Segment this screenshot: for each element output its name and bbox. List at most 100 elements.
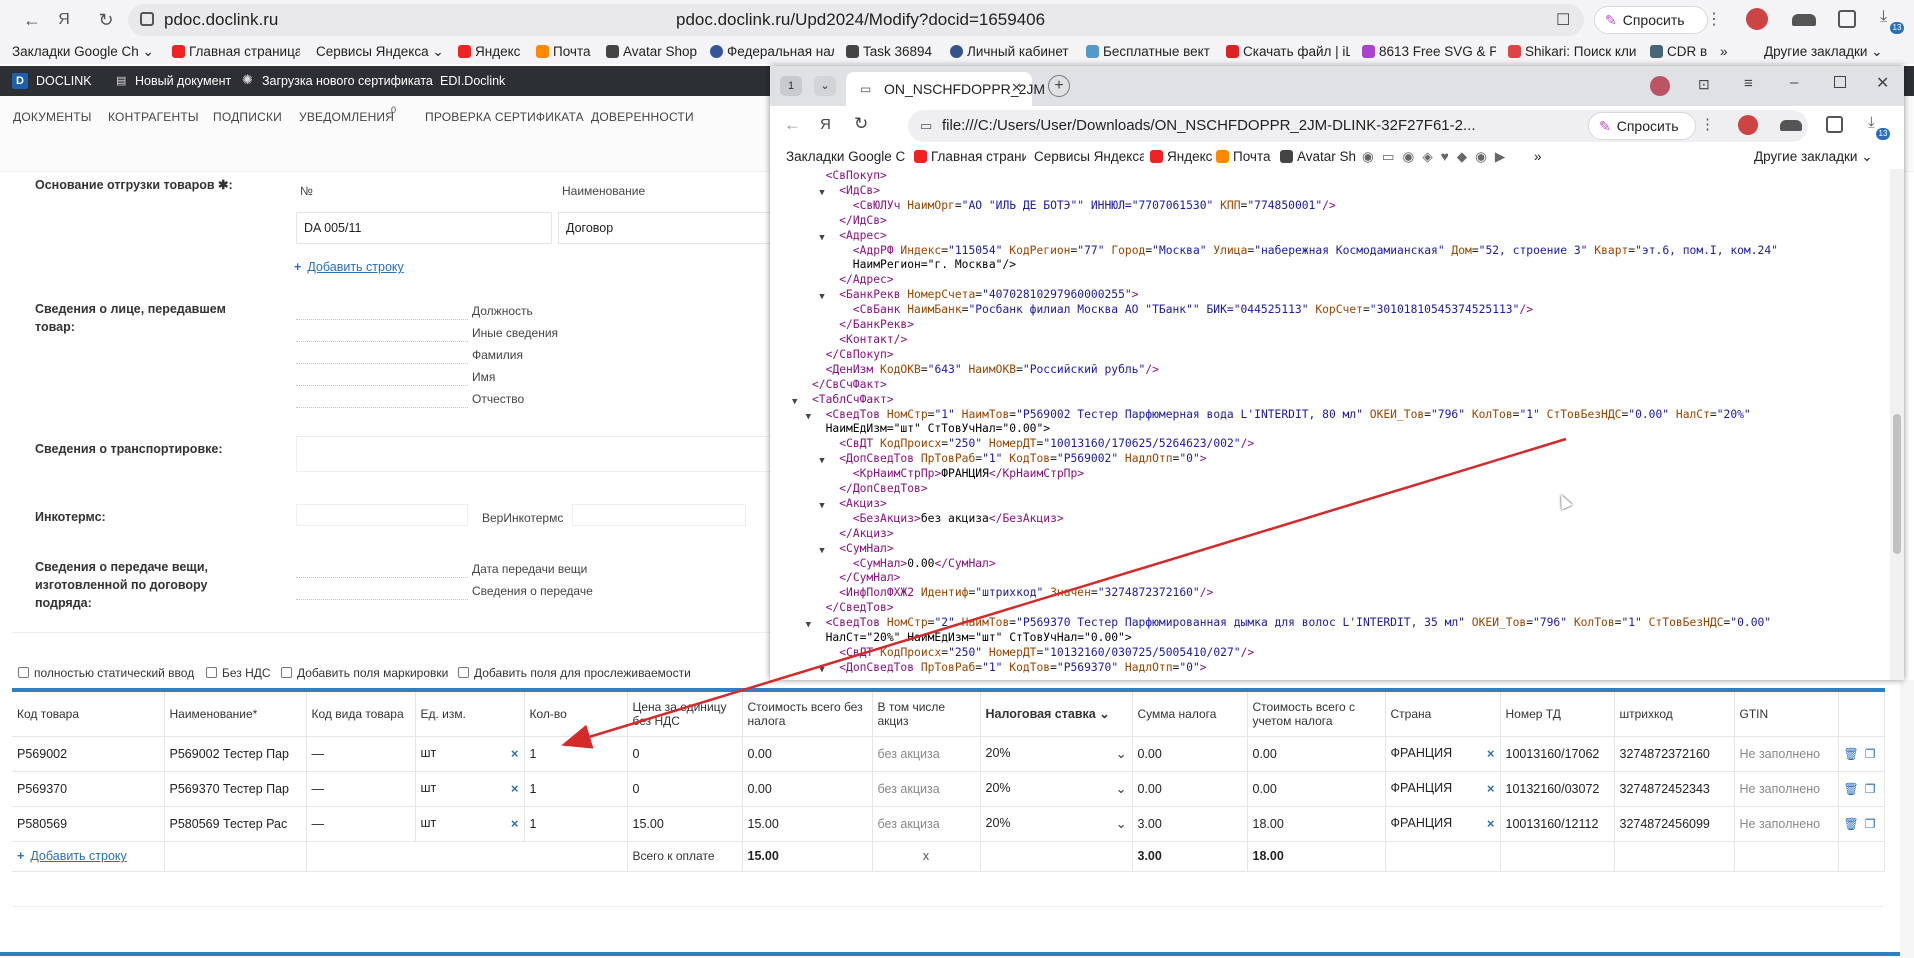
back-arrow-icon[interactable]: ← <box>20 8 44 32</box>
maximize-icon[interactable] <box>1834 76 1846 88</box>
clear-icon[interactable]: × <box>1487 816 1495 831</box>
patronymic-field[interactable] <box>296 386 468 408</box>
gross-cell[interactable]: 18.00 <box>1247 805 1386 841</box>
customs-cell[interactable]: 10132160/03072 <box>1500 770 1615 806</box>
static-input-checkbox[interactable]: полностью статический ввод <box>18 666 194 680</box>
price-cell[interactable]: 0 <box>627 735 743 771</box>
kind-cell[interactable]: — <box>306 770 416 806</box>
excise-cell[interactable]: без акциза <box>872 805 981 841</box>
price-cell[interactable]: 0 <box>627 770 743 806</box>
collections-icon[interactable] <box>1826 116 1843 133</box>
tax-sum-cell[interactable]: 3.00 <box>1132 805 1248 841</box>
bookmark-item[interactable]: Главная страница <box>914 149 1026 164</box>
clear-icon[interactable]: × <box>1487 746 1495 761</box>
trash-icon[interactable]: 🗑 <box>1844 817 1859 831</box>
page-scrollbar[interactable] <box>1900 680 1914 958</box>
new-tab-icon[interactable]: + <box>1048 75 1070 97</box>
basis-name-input[interactable]: Договор <box>558 212 772 244</box>
ask-button[interactable]: ✎ Спросить <box>1588 112 1696 140</box>
bookmark-item[interactable]: Федеральная нал <box>710 44 834 59</box>
customs-cell[interactable]: 10013160/12112 <box>1500 805 1615 841</box>
bookmark-item[interactable]: Почта <box>1216 149 1274 164</box>
bookmark-item[interactable]: Сервисы Яндекса ⌄ <box>1034 149 1144 165</box>
no-vat-checkbox[interactable]: Без НДС <box>206 666 271 680</box>
basis-number-input[interactable]: DA 005/11 <box>296 212 552 244</box>
reload-icon[interactable]: ↻ <box>94 8 118 32</box>
download-icon[interactable]: ⤓ <box>1880 8 1887 26</box>
transfer-date-field[interactable] <box>296 556 468 578</box>
qty-cell[interactable]: 1 <box>524 735 628 771</box>
nav-contractors[interactable]: КОНТРАГЕНТЫ <box>108 110 199 124</box>
bookmark-item[interactable]: 8613 Free SVG & P <box>1362 44 1496 59</box>
brand[interactable]: DOCLINK <box>36 74 92 88</box>
trash-icon[interactable]: 🗑 <box>1844 747 1859 761</box>
nav-documents[interactable]: ДОКУМЕНТЫ <box>13 110 92 124</box>
barcode-cell[interactable]: 3274872372160 <box>1614 735 1735 771</box>
reload-icon[interactable]: ↻ <box>854 114 868 134</box>
name-cell[interactable]: P569002 Тестер Пар <box>164 735 307 771</box>
nav-subscriptions[interactable]: ПОДПИСКИ <box>213 110 282 124</box>
clear-icon[interactable]: × <box>511 816 519 831</box>
menu-dots-icon[interactable]: ⋮ <box>1706 9 1722 29</box>
bookmark-favicons[interactable]: ◉▭◉◈♥◆◉▶ <box>1362 149 1513 165</box>
other-bookmarks[interactable]: Другие закладки ⌄ <box>1754 149 1894 165</box>
xml-address[interactable]: file:///C:/Users/User/Downloads/ON_NSCHF… <box>942 117 1475 134</box>
nav-check-certificate[interactable]: ПРОВЕРКА СЕРТИФИКАТА <box>425 110 584 124</box>
tax-rate-select[interactable]: 20% <box>980 770 1133 806</box>
tax-sum-cell[interactable]: 0.00 <box>1132 770 1248 806</box>
clear-icon[interactable]: × <box>511 746 519 761</box>
unit-cell[interactable]: шт × <box>415 770 525 806</box>
edi-link[interactable]: EDI.Doclink <box>440 74 505 88</box>
barcode-cell[interactable]: 3274872452343 <box>1614 770 1735 806</box>
price-cell[interactable]: 15.00 <box>627 805 743 841</box>
nav-notifications[interactable]: УВЕДОМЛЕНИЯ <box>299 110 394 124</box>
add-basis-row-link[interactable]: + Добавить строку <box>294 260 404 274</box>
bookmark-item[interactable]: Закладки Google Ch ⌄ <box>786 149 906 165</box>
kind-cell[interactable]: — <box>306 735 416 771</box>
bookmark-item[interactable]: Яндекс <box>1150 149 1212 164</box>
bookmark-item[interactable]: Закладки Google Ch ⌄ <box>12 44 152 60</box>
new-document-link[interactable]: Новый документ <box>135 74 231 88</box>
bookmark-item[interactable]: Личный кабинет <box>950 44 1074 59</box>
xml-scrollbar[interactable] <box>1890 169 1904 680</box>
copy-icon[interactable]: ❐ <box>1865 782 1876 796</box>
window-menu-icon[interactable]: ≡ <box>1744 75 1753 92</box>
profile-avatar[interactable] <box>1650 76 1670 96</box>
excise-cell[interactable]: без акциза <box>872 770 981 806</box>
col-tax-rate[interactable]: Налоговая ставка ⌄ <box>980 688 1133 736</box>
yandex-icon[interactable]: Я <box>820 116 831 133</box>
hat-icon[interactable] <box>1780 120 1802 131</box>
unit-cell[interactable]: шт × <box>415 805 525 841</box>
kind-cell[interactable]: — <box>306 805 416 841</box>
bookmark-icon[interactable]: ☐ <box>1556 10 1570 30</box>
bookmark-item[interactable]: Почта <box>536 44 596 59</box>
xml-tab[interactable]: ▭ ON_NSCHFDOPPR_2JM ✕ <box>846 72 1045 106</box>
tax-rate-select[interactable]: 20% <box>980 735 1133 771</box>
url-full[interactable]: pdoc.doclink.ru/Upd2024/Modify?docid=165… <box>676 10 1045 30</box>
copy-icon[interactable]: ❐ <box>1865 817 1876 831</box>
country-cell[interactable]: ФРАНЦИЯ × <box>1385 770 1501 806</box>
name-cell[interactable]: P580569 Тестер Рас <box>164 805 307 841</box>
transfer-info-field[interactable] <box>296 578 468 600</box>
more-bookmarks-icon[interactable]: » <box>1534 149 1542 164</box>
tax-sum-cell[interactable]: 0.00 <box>1132 735 1248 771</box>
yandex-icon[interactable]: Я <box>52 8 76 32</box>
other-bookmarks[interactable]: Другие закладки ⌄ <box>1764 44 1904 60</box>
more-bookmarks-icon[interactable]: » <box>1720 44 1728 59</box>
code-cell[interactable]: P580569 <box>12 805 165 841</box>
position-field[interactable] <box>296 298 468 320</box>
name-cell[interactable]: P569370 Тестер Пар <box>164 770 307 806</box>
ask-button[interactable]: ✎ Спросить <box>1594 6 1708 34</box>
unit-cell[interactable]: шт × <box>415 735 525 771</box>
bookmark-item[interactable]: Главная страница <box>172 44 300 59</box>
clear-icon[interactable]: × <box>1487 781 1495 796</box>
minimize-icon[interactable]: – <box>1790 74 1798 91</box>
add-goods-row-link[interactable]: + Добавить строку <box>12 840 165 872</box>
reading-list-icon[interactable]: ⊡ <box>1698 76 1710 93</box>
trash-icon[interactable]: 🗑 <box>1844 782 1859 796</box>
country-cell[interactable]: ФРАНЦИЯ × <box>1385 805 1501 841</box>
barcode-cell[interactable]: 3274872456099 <box>1614 805 1735 841</box>
net-cell[interactable]: 15.00 <box>742 805 873 841</box>
net-cell[interactable]: 0.00 <box>742 770 873 806</box>
incoterms-field[interactable] <box>296 504 468 526</box>
